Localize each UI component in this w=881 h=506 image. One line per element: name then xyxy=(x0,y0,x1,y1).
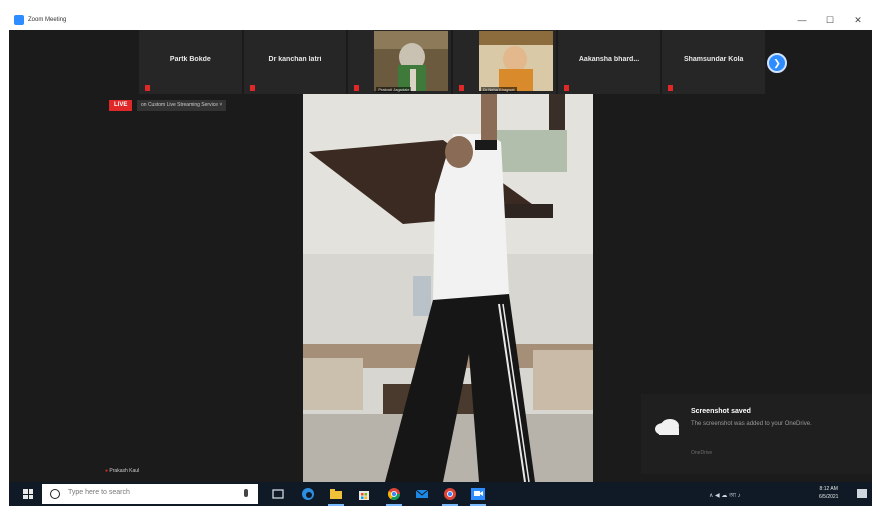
zoom-taskbar-icon[interactable] xyxy=(471,487,485,501)
participant-tile[interactable]: Shamsundar Kola xyxy=(662,30,766,94)
system-tray-icons[interactable]: ∧ ◀ ☁ আ ♪ xyxy=(709,490,741,501)
taskbar-search-box[interactable]: Type here to search xyxy=(42,484,258,504)
participant-video-thumbnail xyxy=(479,31,554,91)
chevron-down-icon: ˅ xyxy=(219,102,223,108)
self-view-label: ● Prakash Kaul xyxy=(105,468,139,474)
minimize-button[interactable]: — xyxy=(789,13,815,27)
chrome-browser-icon[interactable] xyxy=(387,487,401,501)
zoom-app-icon xyxy=(14,15,24,25)
participant-video-label: Dr Neha Bhagwat xyxy=(481,87,517,92)
windows-taskbar: Type here to search ∧ ◀ ☁ আ ♪ 8:12 AM 6/… xyxy=(9,482,872,506)
store-icon[interactable] xyxy=(357,487,371,501)
participant-video-thumbnail xyxy=(374,31,449,91)
muted-mic-icon xyxy=(563,85,569,91)
participant-tile-video[interactable]: Prakruti Jagadale xyxy=(348,30,452,94)
toast-title: Screenshot saved xyxy=(691,408,751,415)
screenshot-saved-toast[interactable]: Screenshot saved The screenshot was adde… xyxy=(641,394,872,474)
participant-name: Dr kanchan latri xyxy=(268,56,322,63)
clock-date: 6/5/2021 xyxy=(819,494,839,500)
muted-mic-icon xyxy=(145,85,150,91)
taskbar-clock[interactable]: 8:12 AM 6/5/2021 xyxy=(819,485,838,501)
mail-app-icon[interactable] xyxy=(415,487,429,501)
participant-name: Aakansha bhard... xyxy=(578,56,640,63)
title-bar: Zoom Meeting — ☐ ✕ xyxy=(9,10,872,30)
live-service-label: on Custom Live Streaming Service xyxy=(141,102,218,108)
cortana-circle-icon xyxy=(50,489,60,499)
windows-start-button[interactable] xyxy=(23,489,33,499)
maximize-button[interactable]: ☐ xyxy=(817,13,843,27)
self-name: Prakash Kaul xyxy=(109,468,140,474)
participant-name: Partk Bokde xyxy=(169,56,211,63)
search-placeholder: Type here to search xyxy=(68,489,130,496)
active-speaker-video xyxy=(303,94,593,482)
live-service-dropdown[interactable]: on Custom Live Streaming Service ˅ xyxy=(137,100,227,111)
participant-strip: Partk Bokde Dr kanchan latri Prakruti Ja… xyxy=(139,30,766,94)
action-center-icon[interactable] xyxy=(857,489,867,498)
microphone-icon[interactable] xyxy=(244,489,248,497)
clock-time: 8:12 AM xyxy=(819,486,838,492)
participant-tile[interactable]: Dr kanchan latri xyxy=(243,30,347,94)
file-explorer-icon[interactable] xyxy=(329,487,343,501)
muted-mic-icon xyxy=(249,85,255,91)
next-participants-button[interactable]: ❯ xyxy=(767,53,787,73)
muted-mic-icon xyxy=(668,85,674,91)
participant-tile[interactable]: Partk Bokde xyxy=(139,30,242,94)
participant-name: Shamsundar Kola xyxy=(683,56,744,63)
participant-tile[interactable]: Aakansha bhard... xyxy=(557,30,661,94)
muted-mic-icon: ● xyxy=(105,468,109,474)
onedrive-cloud-icon xyxy=(655,419,679,435)
window-title: Zoom Meeting xyxy=(28,17,67,23)
edge-browser-icon[interactable] xyxy=(301,487,315,501)
task-view-icon[interactable] xyxy=(271,487,285,501)
zoom-meeting-window: Zoom Meeting — ☐ ✕ Partk Bokde Dr kancha… xyxy=(9,10,872,482)
participant-video-label: Prakruti Jagadale xyxy=(376,87,412,92)
muted-mic-icon xyxy=(354,85,360,91)
live-badge: LIVE xyxy=(109,100,133,111)
participant-tile-video[interactable]: Dr Neha Bhagwat xyxy=(453,30,556,94)
toast-body: The screenshot was added to your OneDriv… xyxy=(691,421,812,427)
muted-mic-icon xyxy=(459,85,465,91)
toast-app-name: OneDrive xyxy=(691,450,713,456)
close-button[interactable]: ✕ xyxy=(845,13,871,27)
chrome-profile-icon[interactable] xyxy=(443,487,457,501)
